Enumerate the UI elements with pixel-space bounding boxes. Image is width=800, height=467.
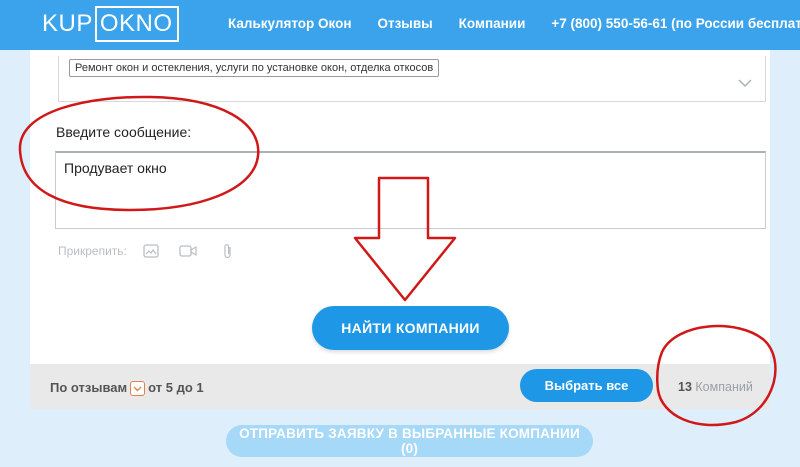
count-number: 13 [678, 380, 692, 394]
phone-link[interactable]: +7 (800) 550-56-61 (по России бесплатно) [551, 16, 800, 31]
image-icon[interactable] [143, 244, 159, 258]
companies-count: 13 Компаний [678, 380, 753, 394]
message-input[interactable] [55, 151, 766, 229]
paperclip-icon[interactable] [223, 243, 233, 259]
send-request-button[interactable]: ОТПРАВИТЬ ЗАЯВКУ В ВЫБРАННЫЕ КОМПАНИИ (0… [226, 425, 593, 457]
service-tag[interactable]: Ремонт окон и остекления, услуги по уста… [69, 59, 440, 77]
nav-calculator[interactable]: Калькулятор Окон [228, 16, 351, 31]
attach-label: Прикрепить: [58, 244, 127, 258]
nav-reviews[interactable]: Отзывы [377, 16, 432, 31]
main-nav: Калькулятор Окон Отзывы Компании +7 (800… [228, 16, 800, 31]
find-companies-button[interactable]: НАЙТИ КОМПАНИИ [312, 306, 509, 350]
site-logo[interactable]: KUP OKNO [40, 6, 179, 42]
sort-label: По отзывам [50, 380, 128, 395]
logo-text-right: OKNO [94, 6, 179, 42]
logo-text-left: KUP [42, 10, 93, 37]
nav-companies[interactable]: Компании [459, 16, 526, 31]
sort-control: По отзывам от 5 до 1 [50, 380, 204, 396]
sort-dropdown-icon[interactable] [130, 381, 146, 396]
chevron-down-icon[interactable] [738, 78, 752, 88]
site-header: KUP OKNO Калькулятор Окон Отзывы Компани… [0, 0, 800, 50]
services-select[interactable]: Ремонт окон и остекления, услуги по уста… [58, 56, 766, 102]
count-label: Компаний [695, 380, 753, 394]
sort-order: от 5 до 1 [148, 380, 204, 395]
attach-row: Прикрепить: [58, 243, 233, 259]
video-icon[interactable] [179, 244, 197, 258]
message-label: Введите сообщение: [56, 124, 192, 140]
select-all-button[interactable]: Выбрать все [520, 369, 653, 402]
